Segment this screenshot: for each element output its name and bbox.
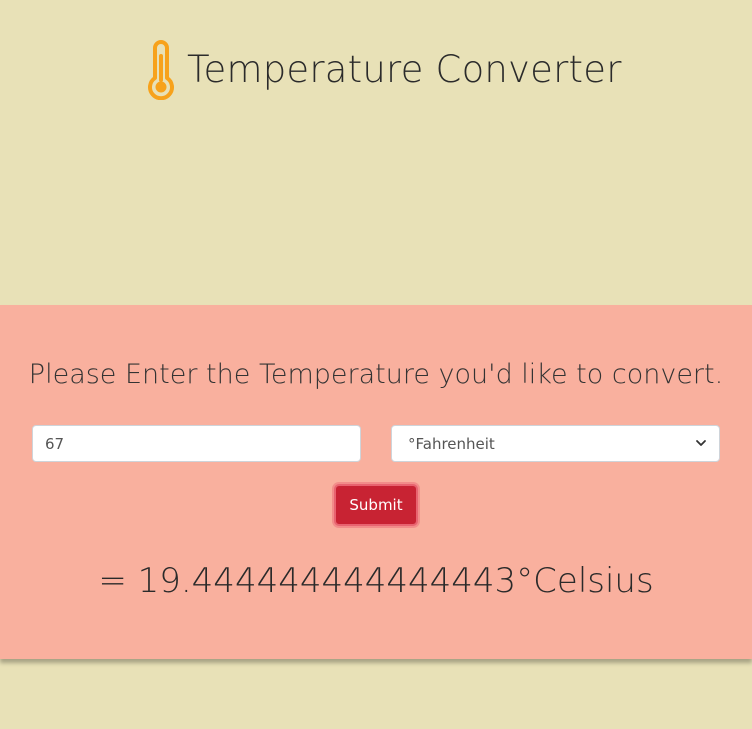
- thermometer-icon: [145, 38, 187, 104]
- converter-panel: Please Enter the Temperature you'd like …: [0, 305, 752, 659]
- header-section: Temperature Converter: [0, 0, 752, 305]
- title-row: Temperature Converter: [145, 40, 622, 102]
- submit-button[interactable]: Submit: [334, 484, 418, 526]
- unit-select-value: °Fahrenheit: [408, 434, 495, 453]
- instruction-text: Please Enter the Temperature you'd like …: [28, 359, 724, 390]
- unit-select[interactable]: °Fahrenheit: [391, 425, 720, 462]
- page-title: Temperature Converter: [187, 47, 622, 91]
- conversion-result: = 19.444444444444443°Celsius: [98, 561, 654, 601]
- chevron-down-icon: [695, 435, 707, 453]
- temperature-input[interactable]: [32, 425, 361, 462]
